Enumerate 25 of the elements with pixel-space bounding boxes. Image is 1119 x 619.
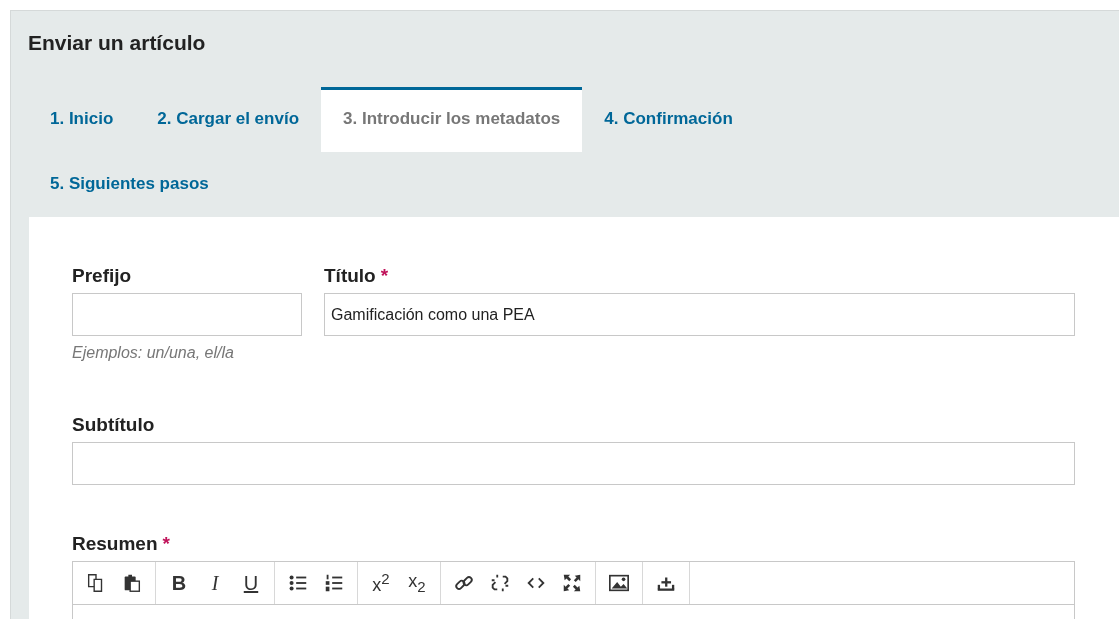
underline-button[interactable]: U — [240, 571, 262, 595]
unlink-icon[interactable] — [489, 572, 511, 594]
required-mark: * — [380, 265, 389, 287]
step-tab[interactable]: 2. Cargar el envío — [135, 87, 322, 152]
image-icon[interactable] — [608, 572, 630, 594]
field-label: Subtítulo — [72, 414, 156, 436]
hint-text: Ejemplos: un/una, el/la — [72, 344, 235, 362]
field-label: Título — [324, 265, 376, 287]
field-label: Resumen — [72, 533, 158, 555]
italic-button[interactable]: I — [204, 571, 226, 595]
bold-button[interactable]: B — [168, 571, 190, 595]
field-label: Prefijo — [72, 265, 133, 287]
step-tab[interactable]: 1. Inicio — [28, 87, 136, 152]
subtitle-field[interactable] — [72, 442, 1075, 485]
title-field[interactable]: Gamificación como una PEA — [324, 293, 1075, 336]
step-tab[interactable]: 3. Introducir los metadatos — [321, 87, 583, 152]
required-mark: * — [162, 533, 170, 555]
subscript-button[interactable]: x$_{2}$ — [406, 571, 428, 595]
numbered-list-icon[interactable] — [323, 572, 345, 594]
step-tab[interactable]: 4. Confirmación — [582, 87, 755, 152]
fullscreen-icon[interactable] — [561, 572, 583, 594]
prefix-field[interactable] — [72, 293, 302, 336]
superscript-button[interactable]: x$^{2}$ — [370, 570, 392, 596]
step-tab[interactable]: 5. Siguientes pasos — [28, 152, 231, 217]
page-title: Enviar un artículo — [28, 31, 207, 55]
